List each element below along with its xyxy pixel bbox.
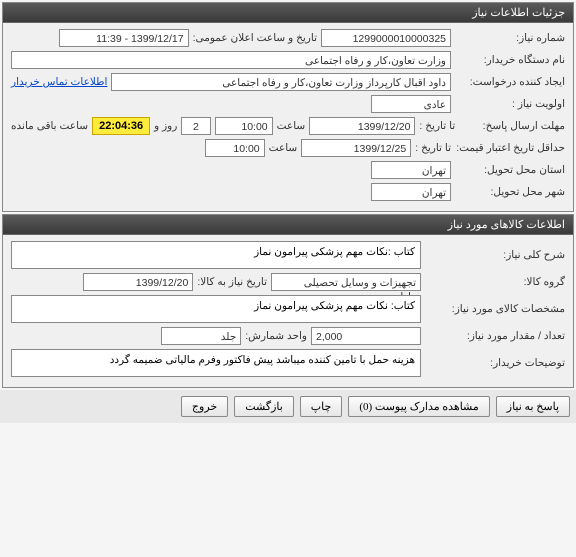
need-date-label: تاریخ نیاز به کالا:: [197, 276, 267, 288]
response-deadline-label: مهلت ارسال پاسخ:: [459, 120, 565, 132]
priority-label: اولویت نیاز :: [455, 98, 565, 110]
unit-field: جلد: [161, 327, 241, 345]
back-button[interactable]: بازگشت: [234, 396, 294, 417]
unit-label: واحد شمارش:: [245, 330, 307, 342]
need-details-title: جزئیات اطلاعات نیاز: [472, 7, 565, 19]
need-details-header: جزئیات اطلاعات نیاز: [3, 3, 573, 23]
city-field: تهران: [371, 183, 451, 201]
desc-label: شرح کلی نیاز:: [425, 249, 565, 261]
exit-button[interactable]: خروج: [181, 396, 228, 417]
public-datetime-field: 1399/12/17 - 11:39: [59, 29, 189, 47]
buyer-notes-field: هزینه حمل با تامین کننده میباشد پیش فاکت…: [11, 349, 421, 377]
qty-field: 2,000: [311, 327, 421, 345]
need-date-field: 1399/12/20: [83, 273, 193, 291]
remaining-suffix: ساعت باقی مانده: [11, 120, 88, 132]
response-time-label: ساعت: [277, 120, 306, 132]
qty-label: تعداد / مقدار مورد نیاز:: [425, 330, 565, 342]
need-no-field: 1299000010000325: [321, 29, 451, 47]
min-valid-label: حداقل تاریخ اعتبار قیمت:: [455, 142, 565, 154]
response-date-field: 1399/12/20: [309, 117, 415, 135]
view-docs-button[interactable]: مشاهده مدارک پیوست (0): [348, 396, 489, 417]
min-valid-time-field: 10:00: [205, 139, 265, 157]
button-bar: پاسخ به نیاز مشاهده مدارک پیوست (0) چاپ …: [0, 390, 576, 423]
respond-button[interactable]: پاسخ به نیاز: [496, 396, 570, 417]
city-label: شهر محل تحویل:: [455, 186, 565, 198]
priority-field: عادی: [371, 95, 451, 113]
buyer-contact-link[interactable]: اطلاعات تماس خریدار: [11, 76, 107, 88]
goods-panel: اطلاعات کالاهای مورد نیاز شرح کلی نیاز: …: [2, 214, 574, 388]
countdown-timer: 22:04:36: [92, 117, 150, 135]
min-valid-date-field: 1399/12/25: [301, 139, 411, 157]
requester-label: ایجاد کننده درخواست:: [455, 76, 565, 88]
buyer-notes-label: توضیحات خریدار:: [425, 357, 565, 369]
requester-field: داود اقبال کارپرداز وزارت تعاون،کار و رف…: [111, 73, 451, 91]
buyer-org-field: وزارت تعاون،کار و رفاه اجتماعی: [11, 51, 451, 69]
days-remaining-field: 2: [181, 117, 210, 135]
to-date-label: تا تاریخ :: [419, 120, 455, 132]
day-label: روز و: [154, 120, 177, 132]
spec-label: مشخصات کالای مورد نیاز:: [425, 303, 565, 315]
group-field: تجهیزات و وسایل تحصیلی واداری: [271, 273, 421, 291]
province-field: تهران: [371, 161, 451, 179]
response-time-field: 10:00: [215, 117, 273, 135]
goods-header: اطلاعات کالاهای مورد نیاز: [3, 215, 573, 235]
need-details-panel: جزئیات اطلاعات نیاز شماره نیاز: 12990000…: [2, 2, 574, 212]
goods-title: اطلاعات کالاهای مورد نیاز: [448, 219, 565, 231]
group-label: گروه کالا:: [425, 276, 565, 288]
print-button[interactable]: چاپ: [300, 396, 343, 417]
province-label: استان محل تحویل:: [455, 164, 565, 176]
desc-field: کتاب :نکات مهم پزشکی پیرامون نماز: [11, 241, 421, 269]
buyer-org-label: نام دستگاه خریدار:: [455, 54, 565, 66]
to-date-label-2: تا تاریخ :: [415, 142, 451, 154]
spec-field: کتاب: نکات مهم پزشکی پیرامون نماز: [11, 295, 421, 323]
public-datetime-label: تاریخ و ساعت اعلان عمومی:: [193, 32, 317, 44]
min-valid-time-label: ساعت: [269, 142, 298, 154]
need-no-label: شماره نیاز:: [455, 32, 565, 44]
